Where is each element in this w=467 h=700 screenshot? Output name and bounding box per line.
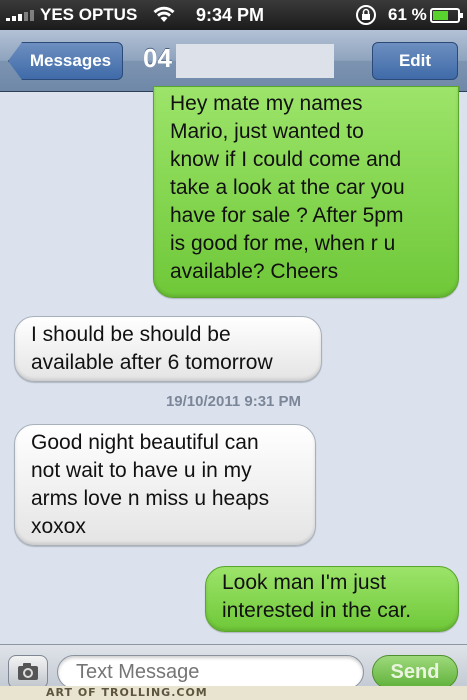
message-input[interactable] bbox=[57, 655, 364, 689]
message-line: Mario, just wanted to bbox=[170, 120, 364, 143]
status-bar: YES OPTUS 9:34 PM 61 % bbox=[0, 0, 467, 30]
signal-bars-icon bbox=[6, 9, 34, 21]
message-line: I should be should be bbox=[31, 323, 231, 346]
message-line: interested in the car. bbox=[222, 599, 412, 622]
message-bubble-outgoing[interactable]: Look man I'm just interested in the car. bbox=[205, 566, 459, 632]
message-line: take a look at the car you bbox=[170, 176, 405, 199]
message-line: is good for me, when r u bbox=[170, 232, 396, 255]
message-line: Hey mate my names bbox=[170, 92, 363, 115]
send-button[interactable]: Send bbox=[372, 655, 458, 689]
nav-bar: Messages 04 Edit bbox=[0, 30, 467, 92]
message-bubble-incoming[interactable]: I should be should be available after 6 … bbox=[14, 316, 322, 382]
rotation-lock-icon bbox=[356, 5, 376, 25]
message-line: arms love n miss u heaps bbox=[31, 487, 270, 510]
message-line: Good night beautiful can bbox=[31, 431, 259, 454]
contact-title: 04 bbox=[143, 43, 172, 73]
message-line: xoxox bbox=[31, 515, 86, 538]
battery-percent: 61 % bbox=[388, 5, 427, 24]
redaction-box bbox=[176, 44, 334, 78]
message-line: have for sale ? After 5pm bbox=[170, 204, 404, 227]
camera-button[interactable] bbox=[8, 655, 48, 689]
back-button[interactable]: Messages bbox=[8, 42, 123, 80]
message-line: know if I could come and bbox=[170, 148, 402, 171]
watermark: ART OF TROLLING.COM bbox=[0, 686, 467, 700]
camera-icon bbox=[18, 663, 38, 680]
battery-fill bbox=[433, 11, 448, 20]
message-line: not wait to have u in my bbox=[31, 459, 252, 482]
message-bubble-incoming[interactable]: Good night beautiful can not wait to hav… bbox=[14, 424, 316, 546]
message-line: available after 6 tomorrow bbox=[31, 351, 273, 374]
carrier-name: YES OPTUS bbox=[40, 5, 138, 24]
message-line: available? Cheers bbox=[170, 260, 339, 283]
message-timestamp: 19/10/2011 9:31 PM bbox=[165, 393, 302, 410]
status-time: 9:34 PM bbox=[196, 5, 265, 25]
battery-icon bbox=[430, 8, 463, 23]
message-line: Look man I'm just bbox=[222, 571, 386, 594]
edit-button[interactable]: Edit bbox=[372, 42, 458, 80]
message-bubble-outgoing[interactable]: Hey mate my names Mario, just wanted to … bbox=[153, 86, 459, 298]
wifi-icon bbox=[153, 6, 175, 22]
